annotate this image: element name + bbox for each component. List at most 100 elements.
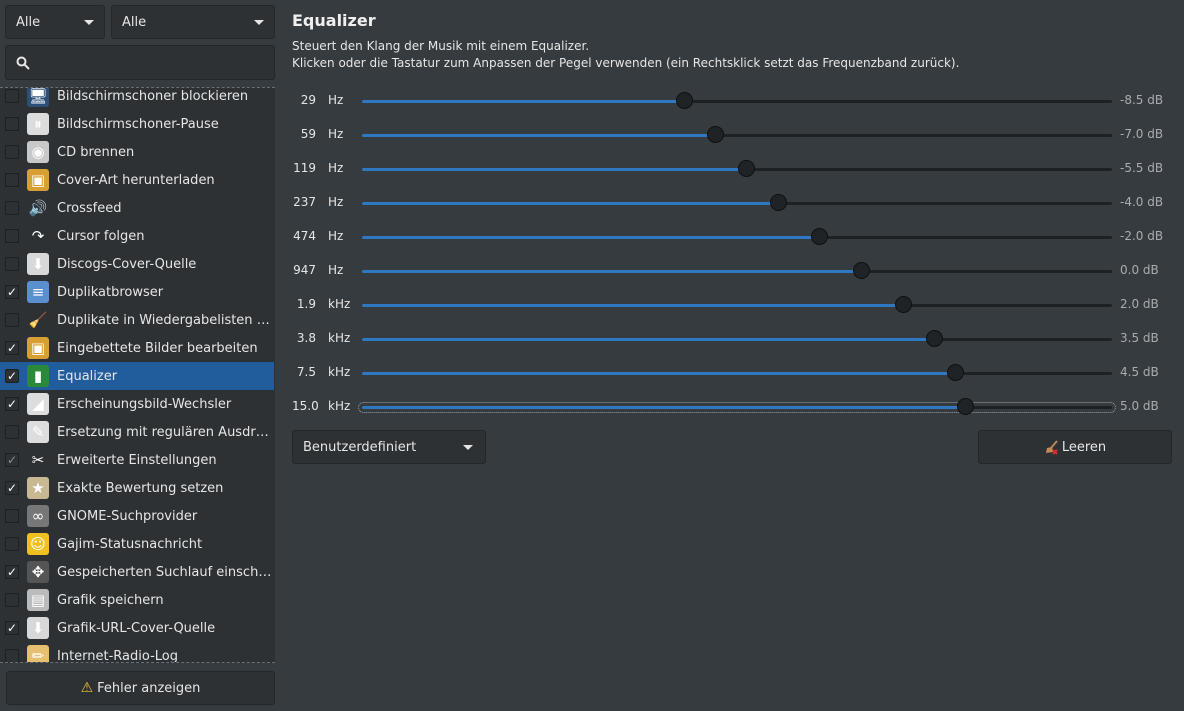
plugin-row[interactable]: ✓ ▣ Eingebettete Bilder bearbeiten: [0, 334, 274, 362]
plugin-row[interactable]: ✓ ⬇ Grafik-URL-Cover-Quelle: [0, 614, 274, 642]
band-slider-handle[interactable]: [707, 126, 724, 143]
preset-combo[interactable]: Benutzerdefiniert: [292, 430, 486, 464]
checkbox-unchecked[interactable]: [5, 89, 19, 103]
plugin-row[interactable]: ∞ GNOME-Suchprovider: [0, 502, 274, 530]
checkbox-checked[interactable]: ✓: [5, 285, 19, 299]
checkbox-unchecked[interactable]: [5, 257, 19, 271]
band-slider-handle[interactable]: [676, 92, 693, 109]
plugin-label: Erweiterte Einstellungen: [57, 452, 217, 468]
plugin-list[interactable]: 🖥 Bildschirmschoner blockieren ⏸ Bildschirm…: [0, 87, 275, 663]
band-slider[interactable]: [362, 228, 1112, 245]
plugin-label: Bildschirmschoner-Pause: [57, 116, 219, 132]
plugin-row[interactable]: 🧹 Duplikate in Wiedergabelisten entf…: [0, 306, 274, 334]
plugin-row[interactable]: ✓ ◢ Erscheinungsbild-Wechsler: [0, 390, 274, 418]
plugin-row[interactable]: ⏸ Bildschirmschoner-Pause: [0, 110, 274, 138]
band-slider[interactable]: [362, 296, 1112, 313]
plugin-row[interactable]: ▤ Grafik speichern: [0, 586, 274, 614]
plugin-row[interactable]: ✎ Ersetzung mit regulären Ausdrücken: [0, 418, 274, 446]
checkbox-checked[interactable]: ✓: [5, 397, 19, 411]
show-errors-label: Fehler anzeigen: [97, 680, 201, 696]
search-box[interactable]: [5, 45, 275, 80]
band-db-value: 3.5 dB: [1120, 331, 1159, 345]
checkbox-unchecked[interactable]: [5, 593, 19, 607]
band-unit: kHz: [328, 297, 351, 311]
band-slider[interactable]: [362, 364, 1112, 381]
checkbox-unchecked[interactable]: [5, 509, 19, 523]
search-input[interactable]: [38, 54, 274, 71]
band-slider[interactable]: [362, 160, 1112, 177]
band-unit: Hz: [328, 229, 344, 243]
band-slider[interactable]: [358, 398, 1116, 415]
checkbox-checked[interactable]: ✓: [5, 481, 19, 495]
plugin-row[interactable]: ◉ CD brennen: [0, 138, 274, 166]
page-title: Equalizer: [292, 11, 376, 30]
pencil-icon: ✏: [27, 645, 49, 662]
clear-button[interactable]: Leeren: [978, 430, 1172, 464]
band-slider[interactable]: [362, 330, 1112, 347]
plugin-label: Gajim-Statusnachricht: [57, 536, 203, 552]
band-slider-handle[interactable]: [811, 228, 828, 245]
filter-combo-1[interactable]: Alle: [5, 5, 105, 39]
smiley-icon: ☺: [27, 533, 49, 555]
band-slider-handle[interactable]: [957, 398, 974, 415]
monitor-icon: 🖥: [27, 87, 49, 107]
band-slider[interactable]: [362, 194, 1112, 211]
plugin-row[interactable]: ⬇ Discogs-Cover-Quelle: [0, 250, 274, 278]
checkbox-checked[interactable]: ✓: [5, 621, 19, 635]
plugin-row[interactable]: ✏ Internet-Radio-Log: [0, 642, 274, 662]
plugin-label: Duplikate in Wiedergabelisten entf…: [57, 312, 272, 328]
band-slider-handle[interactable]: [770, 194, 787, 211]
band-slider-handle[interactable]: [947, 364, 964, 381]
band-db-value: -7.0 dB: [1120, 127, 1164, 141]
checkbox-checked[interactable]: ✓: [5, 341, 19, 355]
plugin-row[interactable]: ✓ ✂ Erweiterte Einstellungen: [0, 446, 274, 474]
plugin-row[interactable]: ☺ Gajim-Statusnachricht: [0, 530, 274, 558]
band-slider[interactable]: [362, 92, 1112, 109]
checkbox-unchecked[interactable]: [5, 425, 19, 439]
checkbox-unchecked[interactable]: [5, 313, 19, 327]
band-slider-handle[interactable]: [853, 262, 870, 279]
filter-combo-2-label: Alle: [122, 14, 147, 30]
plugin-row[interactable]: ✓ ≡ Duplikatbrowser: [0, 278, 274, 306]
band-slider-handle[interactable]: [926, 330, 943, 347]
checkbox-checked[interactable]: ✓: [5, 453, 19, 467]
checkbox-unchecked[interactable]: [5, 649, 19, 662]
checkbox-unchecked[interactable]: [5, 537, 19, 551]
plugin-row[interactable]: ✓ ✥ Gespeicherten Suchlauf einschließ…: [0, 558, 274, 586]
eq-band: 7.5 kHz 4.5 dB: [292, 359, 1177, 387]
band-unit: Hz: [328, 93, 344, 107]
plugin-label: Grafik-URL-Cover-Quelle: [57, 620, 216, 636]
cover-download-icon: ▣: [27, 169, 49, 191]
checkbox-unchecked[interactable]: [5, 145, 19, 159]
filter-combo-2[interactable]: Alle: [111, 5, 275, 39]
plugin-label: Equalizer: [57, 368, 118, 384]
show-errors-button[interactable]: ⚠ Fehler anzeigen: [6, 671, 275, 705]
checkbox-checked[interactable]: ✓: [5, 565, 19, 579]
plugin-row[interactable]: 🖥 Bildschirmschoner blockieren: [0, 87, 274, 110]
band-slider-handle[interactable]: [895, 296, 912, 313]
checkbox-unchecked[interactable]: [5, 173, 19, 187]
band-slider-fill: [362, 270, 862, 273]
search-icon: [16, 56, 30, 70]
plugin-row[interactable]: ↷ Cursor folgen: [0, 222, 274, 250]
plugin-row[interactable]: ▣ Cover-Art herunterladen: [0, 166, 274, 194]
checkbox-unchecked[interactable]: [5, 117, 19, 131]
plugin-row[interactable]: 🔊 Crossfeed: [0, 194, 274, 222]
plugin-label: GNOME-Suchprovider: [57, 508, 198, 524]
plugin-row[interactable]: ✓ ★ Exakte Bewertung setzen: [0, 474, 274, 502]
chevron-down-icon: [463, 444, 473, 450]
band-slider-handle[interactable]: [738, 160, 755, 177]
band-frequency: 474: [293, 229, 316, 243]
band-db-value: 4.5 dB: [1120, 365, 1159, 379]
checkbox-checked[interactable]: ✓: [5, 369, 19, 383]
band-frequency: 15.0: [292, 399, 319, 413]
band-unit: Hz: [328, 263, 344, 277]
band-slider-fill: [362, 134, 716, 137]
clear-label: Leeren: [1061, 439, 1107, 455]
band-slider[interactable]: [362, 262, 1112, 279]
checkbox-unchecked[interactable]: [5, 229, 19, 243]
checkbox-unchecked[interactable]: [5, 201, 19, 215]
document-icon: ≡: [27, 281, 49, 303]
band-slider[interactable]: [362, 126, 1112, 143]
plugin-row[interactable]: ✓ ▮ Equalizer: [0, 362, 274, 390]
